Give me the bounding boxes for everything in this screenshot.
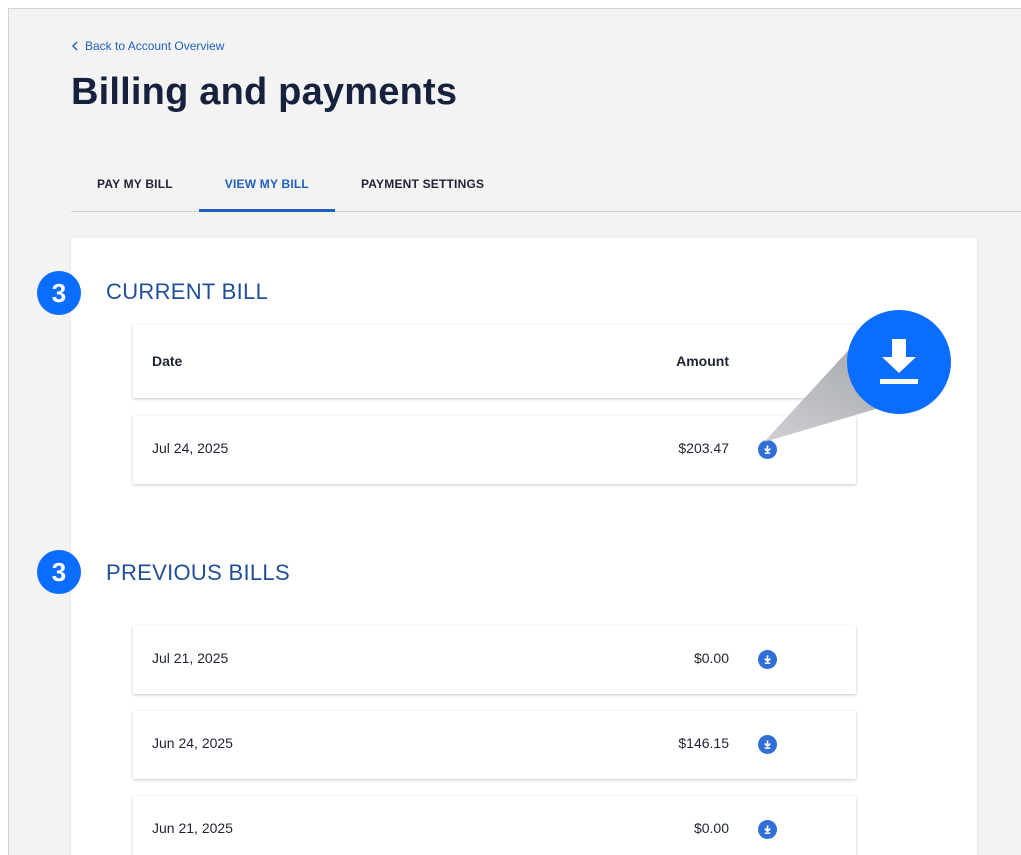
bill-amount: $0.00 xyxy=(693,650,729,666)
download-icon xyxy=(764,740,771,749)
download-icon xyxy=(764,445,771,454)
column-header-date: Date xyxy=(152,353,183,369)
table-row: Jul 21, 2025 $0.00 xyxy=(133,626,856,694)
download-icon xyxy=(764,655,771,664)
download-icon xyxy=(880,339,918,384)
previous-bills-heading: PREVIOUS BILLS xyxy=(106,560,290,585)
bill-amount: $0.00 xyxy=(693,820,729,836)
bill-amount: $203.47 xyxy=(678,440,729,456)
bill-date: Jun 21, 2025 xyxy=(152,820,233,836)
download-bill-button[interactable] xyxy=(758,820,777,839)
bill-amount: $146.15 xyxy=(678,735,729,751)
current-bill-heading: CURRENT BILL xyxy=(106,279,269,304)
download-bill-button[interactable] xyxy=(758,440,777,459)
step-marker-current-bill: 3 xyxy=(37,271,81,315)
billing-tabs: PAY MY BILL VIEW MY BILL PAYMENT SETTING… xyxy=(71,169,1021,212)
bill-date: Jul 24, 2025 xyxy=(152,440,229,456)
table-row: Jun 21, 2025 $0.00 xyxy=(133,796,856,855)
tab-payment-settings[interactable]: PAYMENT SETTINGS xyxy=(335,169,510,212)
download-bill-button[interactable] xyxy=(758,650,777,669)
download-callout xyxy=(847,310,951,414)
bill-date: Jul 21, 2025 xyxy=(152,650,229,666)
download-bill-button[interactable] xyxy=(758,735,777,754)
chevron-left-icon xyxy=(71,41,78,51)
step-marker-previous-bills: 3 xyxy=(37,550,81,594)
table-row: Jun 24, 2025 $146.15 xyxy=(133,711,856,779)
tab-view-my-bill[interactable]: VIEW MY BILL xyxy=(198,169,335,212)
table-row: Jul 24, 2025 $203.47 xyxy=(133,416,856,484)
back-to-account-overview-link[interactable]: Back to Account Overview xyxy=(71,39,224,53)
page-title: Billing and payments xyxy=(71,71,458,113)
back-link-label: Back to Account Overview xyxy=(85,39,225,53)
bill-date: Jun 24, 2025 xyxy=(152,735,233,751)
bill-table-header: Date Amount xyxy=(133,325,856,398)
column-header-amount: Amount xyxy=(676,353,729,369)
download-icon xyxy=(764,825,771,834)
app-frame: Back to Account Overview Billing and pay… xyxy=(8,8,1021,855)
tab-pay-my-bill[interactable]: PAY MY BILL xyxy=(71,169,199,212)
